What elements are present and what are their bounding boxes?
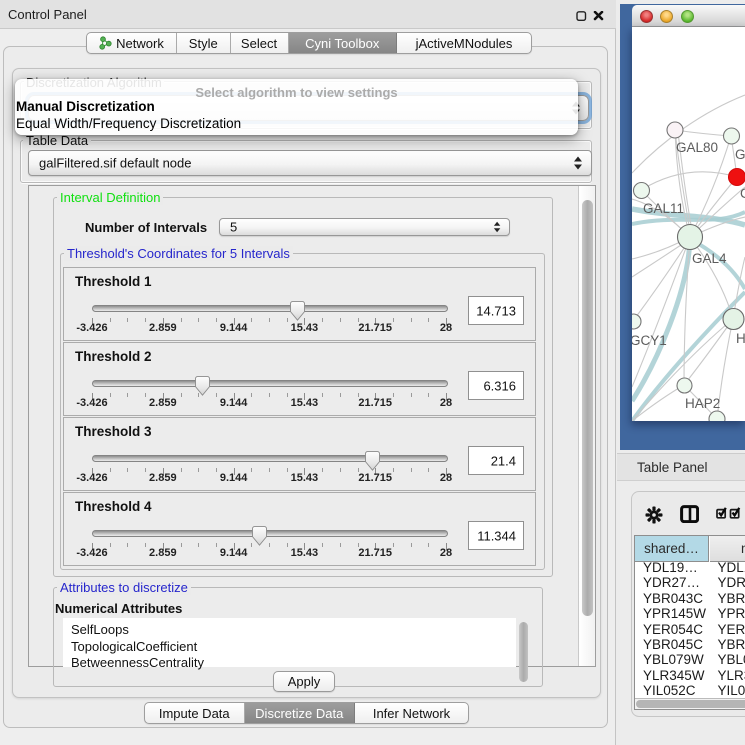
svg-text:HIS: HIS: [736, 331, 745, 346]
svg-text:GAL80: GAL80: [676, 140, 718, 155]
svg-text:GAL7: GAL7: [735, 147, 745, 162]
svg-text:GAL11: GAL11: [643, 201, 684, 216]
svg-text:GAL4: GAL4: [692, 251, 727, 266]
svg-text:HAP2: HAP2: [685, 396, 720, 411]
svg-text:GCY1: GCY1: [632, 333, 667, 348]
svg-text:CD: CD: [740, 186, 745, 201]
